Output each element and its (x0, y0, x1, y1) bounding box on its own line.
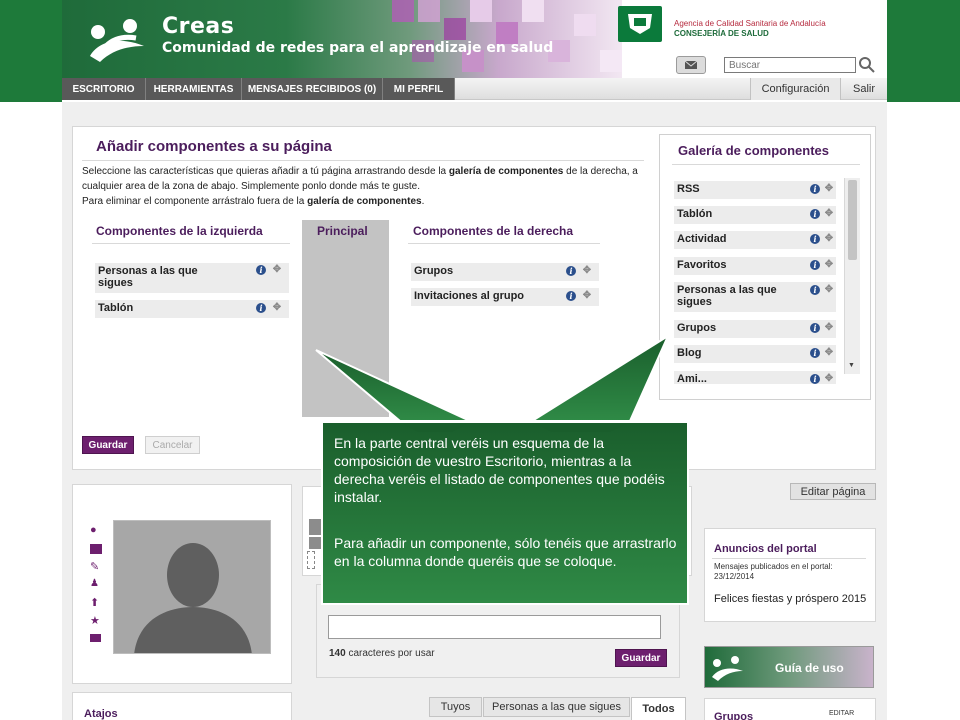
callout-pointer-shapes (315, 333, 689, 605)
callout-paragraph-1: En la parte central veréis un esquema de… (334, 435, 665, 505)
callout-paragraph-2: Para añadir un componente, sólo tenéis q… (334, 535, 677, 569)
